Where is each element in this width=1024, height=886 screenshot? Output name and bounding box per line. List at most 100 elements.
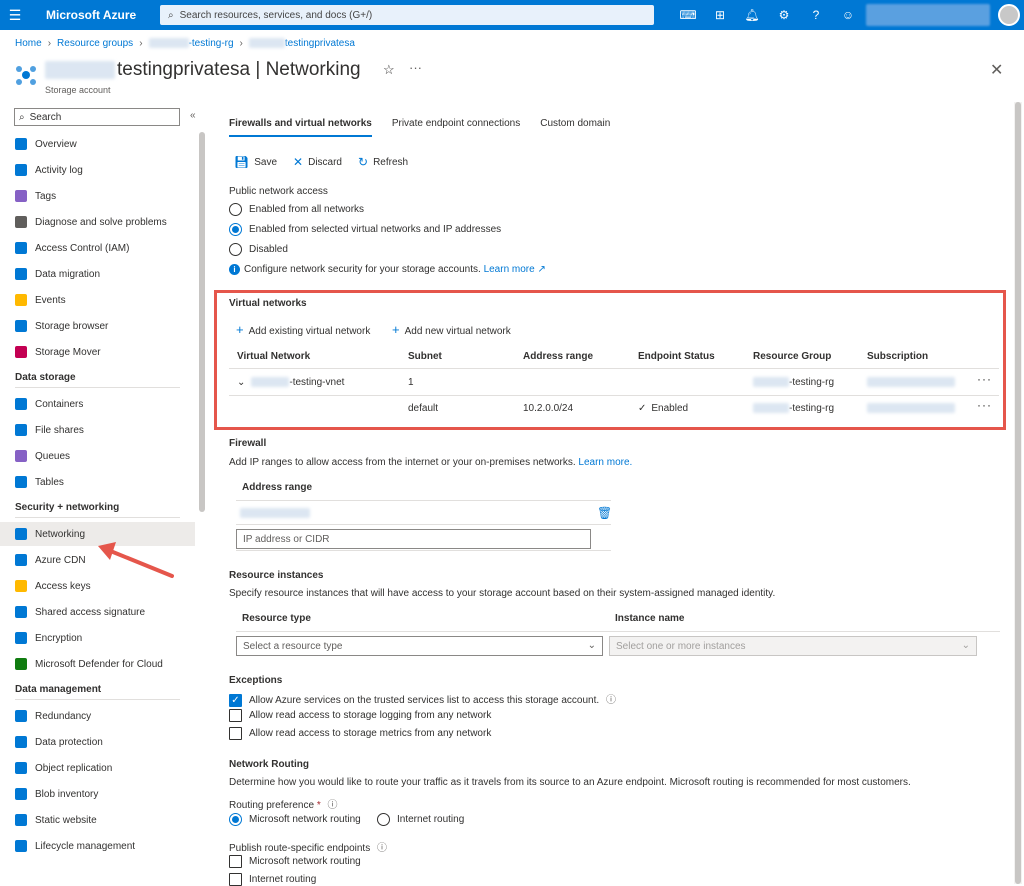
directory-filter-icon[interactable]: ⊞ — [704, 8, 736, 22]
sidebar-item-static-website[interactable]: Static website — [0, 808, 195, 832]
collapse-sidebar-icon[interactable]: « — [190, 110, 196, 121]
help-icon[interactable]: ? — [800, 8, 832, 22]
feedback-icon[interactable]: ☺ — [832, 8, 864, 22]
add-new-vnet-button[interactable]: + Add new virtual network — [392, 322, 511, 337]
sidebar-item-storage-browser[interactable]: Storage browser — [0, 314, 195, 338]
sidebar-search-input[interactable]: ⌕ Search — [14, 108, 180, 126]
main-scrollbar[interactable] — [1014, 102, 1022, 884]
info-icon[interactable]: ⓘ — [328, 800, 338, 811]
sidebar-item-blob-inventory[interactable]: Blob inventory — [0, 782, 195, 806]
discard-button[interactable]: ✕ Discard — [293, 155, 342, 169]
col-resource-group[interactable]: Resource Group — [753, 351, 831, 362]
trash-icon[interactable]: 🗑︎ — [597, 506, 612, 520]
vnet-row-rg: -testing-rg — [753, 377, 834, 388]
subnet-row-range: 10.2.0.0/24 — [523, 403, 574, 414]
sidebar-item-diagnose-and-solve-problems[interactable]: Diagnose and solve problems — [0, 210, 195, 234]
sidebar-item-label: Shared access signature — [35, 606, 146, 618]
tab-private-endpoints[interactable]: Private endpoint connections — [392, 118, 520, 137]
radio-button[interactable] — [229, 203, 242, 216]
learn-more-link[interactable]: Learn more — [484, 264, 535, 275]
publish-microsoft-routing[interactable]: Microsoft network routing — [229, 855, 361, 868]
menu-icon[interactable]: ☰ — [0, 0, 30, 30]
checkbox[interactable] — [229, 873, 242, 886]
publish-internet-routing[interactable]: Internet routing — [229, 873, 316, 886]
sidebar-item-object-replication[interactable]: Object replication — [0, 756, 195, 780]
sidebar-item-tables[interactable]: Tables — [0, 470, 195, 494]
checkbox[interactable] — [229, 727, 242, 740]
breadcrumb-home[interactable]: Home — [15, 38, 42, 49]
sidebar-item-microsoft-defender-for-cloud[interactable]: Microsoft Defender for Cloud — [0, 652, 195, 676]
radio-disabled[interactable]: Disabled — [229, 243, 288, 256]
col-subnet[interactable]: Subnet — [408, 351, 442, 362]
breadcrumb-resource-groups[interactable]: Resource groups — [57, 38, 133, 49]
sidebar-item-tags[interactable]: Tags — [0, 184, 195, 208]
col-subscription[interactable]: Subscription — [867, 351, 928, 362]
star-icon[interactable]: ☆ — [383, 62, 395, 78]
row-more-icon[interactable]: ··· — [977, 372, 992, 386]
bell-icon[interactable]: 🔔︎ — [736, 8, 768, 22]
sidebar-item-containers[interactable]: Containers — [0, 392, 195, 416]
radio-selected-networks[interactable]: Enabled from selected virtual networks a… — [229, 223, 501, 236]
sidebar-item-data-protection[interactable]: Data protection — [0, 730, 195, 754]
more-options-icon[interactable]: ··· — [409, 60, 422, 75]
learn-more-link[interactable]: Learn more. — [578, 457, 632, 468]
sidebar-item-access-control-iam-[interactable]: Access Control (IAM) — [0, 236, 195, 260]
exception-trusted-services[interactable]: ✓ Allow Azure services on the trusted ser… — [229, 691, 616, 707]
radio-button[interactable] — [229, 223, 242, 236]
radio-all-networks[interactable]: Enabled from all networks — [229, 203, 364, 216]
save-button[interactable]: 💾︎ Save — [234, 155, 277, 169]
info-icon[interactable]: ⓘ — [606, 695, 616, 706]
ip-address-input[interactable]: IP address or CIDR — [236, 529, 591, 549]
sidebar-item-overview[interactable]: Overview — [0, 132, 195, 156]
sidebar-item-redundancy[interactable]: Redundancy — [0, 704, 195, 728]
brand-name[interactable]: Microsoft Azure — [46, 8, 136, 22]
col-virtual-network[interactable]: Virtual Network — [237, 351, 310, 362]
col-endpoint-status[interactable]: Endpoint Status — [638, 351, 715, 362]
sidebar-item-encryption[interactable]: Encryption — [0, 626, 195, 650]
chevron-down-icon[interactable]: ⌄ — [237, 377, 245, 388]
checkbox[interactable] — [229, 855, 242, 868]
radio-internet-routing[interactable]: Internet routing — [377, 813, 464, 826]
checkbox[interactable]: ✓ — [229, 693, 242, 707]
sidebar-item-file-shares[interactable]: File shares — [0, 418, 195, 442]
sidebar-item-events[interactable]: Events — [0, 288, 195, 312]
avatar[interactable] — [998, 4, 1020, 26]
firewall-title: Firewall — [229, 438, 267, 449]
sidebar-item-lifecycle-management[interactable]: Lifecycle management — [0, 834, 195, 858]
resource-type-select[interactable]: Select a resource type ⌄ — [236, 636, 603, 656]
instance-name-select[interactable]: Select one or more instances ⌄ — [609, 636, 977, 656]
checkbox[interactable] — [229, 709, 242, 722]
close-icon[interactable]: ✕ — [990, 60, 1003, 80]
radio-button[interactable] — [377, 813, 390, 826]
breadcrumb-storage-account[interactable]: testingprivatesa — [248, 38, 355, 49]
radio-button[interactable] — [229, 243, 242, 256]
radio-microsoft-routing[interactable]: Microsoft network routing — [229, 813, 361, 826]
exception-metrics[interactable]: Allow read access to storage metrics fro… — [229, 727, 491, 740]
scrollbar-thumb[interactable] — [1015, 102, 1021, 884]
refresh-button[interactable]: ↻ Refresh — [358, 155, 408, 169]
vnet-row-name[interactable]: ⌄ -testing-vnet — [237, 377, 344, 388]
breadcrumb-resource-group[interactable]: -testing-rg — [148, 38, 234, 49]
radio-label: Disabled — [249, 244, 288, 256]
top-bar: ☰ Microsoft Azure ⌕ Search resources, se… — [0, 0, 1024, 30]
col-address-range[interactable]: Address range — [523, 351, 593, 362]
storage-mover-icon — [15, 346, 27, 358]
cloud-shell-icon[interactable]: ⌨ — [672, 8, 704, 22]
sidebar-item-queues[interactable]: Queues — [0, 444, 195, 468]
add-existing-vnet-button[interactable]: + Add existing virtual network — [236, 322, 370, 337]
sidebar-item-activity-log[interactable]: Activity log — [0, 158, 195, 182]
tab-firewalls[interactable]: Firewalls and virtual networks — [229, 118, 372, 137]
account-info[interactable] — [866, 4, 990, 26]
tab-custom-domain[interactable]: Custom domain — [540, 118, 610, 137]
sidebar-item-shared-access-signature[interactable]: Shared access signature — [0, 600, 195, 624]
row-more-icon[interactable]: ··· — [977, 398, 992, 412]
global-search-input[interactable]: ⌕ Search resources, services, and docs (… — [160, 5, 654, 25]
exception-logging[interactable]: Allow read access to storage logging fro… — [229, 709, 491, 722]
sidebar-item-label: Static website — [35, 814, 97, 826]
info-icon[interactable]: ⓘ — [377, 843, 387, 854]
sidebar-scrollbar[interactable] — [199, 132, 205, 512]
gear-icon[interactable]: ⚙ — [768, 8, 800, 22]
sidebar-item-storage-mover[interactable]: Storage Mover — [0, 340, 195, 364]
sidebar-item-data-migration[interactable]: Data migration — [0, 262, 195, 286]
radio-button[interactable] — [229, 813, 242, 826]
